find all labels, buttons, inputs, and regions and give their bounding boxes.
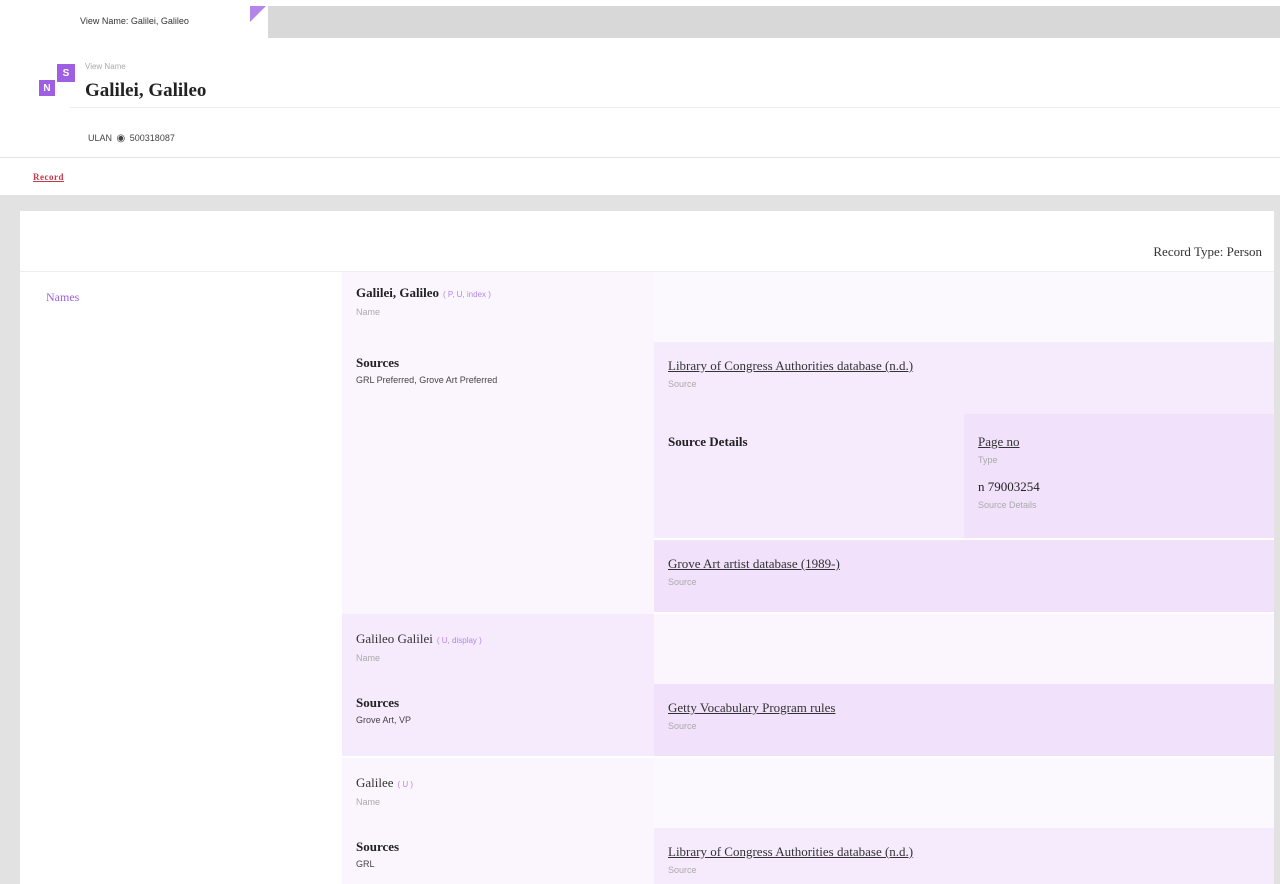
name-2-sources-heading: Sources	[356, 695, 400, 710]
name-3-text: Galilee	[356, 775, 394, 790]
page-title: Galilei, Galileo	[85, 80, 207, 101]
name-2-cell: Galileo Galilei ( U, display ) Name Sour…	[342, 614, 654, 756]
source-details-values-cell: Page no Type n 79003254 Source Details	[964, 414, 1274, 538]
name-1-cell: Galilei, Galileo ( P, U, index ) Name So…	[342, 272, 654, 614]
source-loc-1-link[interactable]: Library of Congress Authorities database…	[668, 358, 913, 374]
name-1-sources-heading: Sources	[356, 355, 400, 370]
source-getty-cell: Getty Vocabulary Program rules Source	[654, 684, 964, 756]
name-3-col3-empty	[654, 758, 964, 828]
name-1-col4-empty	[964, 272, 1274, 342]
record-panel: Record Type: Person Names Galilei, Galil…	[20, 211, 1274, 884]
name-2-col4-empty	[964, 614, 1274, 684]
name-3-sources-text: GRL	[356, 859, 375, 869]
type-caption: Type	[978, 455, 998, 465]
globe-icon: ◉	[116, 133, 126, 144]
name-1-caption: Name	[356, 307, 381, 317]
source-grove-link[interactable]: Grove Art artist database (1989-)	[668, 556, 840, 572]
tab-strip: View Name: Galilei, Galileo	[0, 0, 1280, 40]
record-link[interactable]: Record	[33, 172, 64, 182]
name-3-cell: Galilee ( U ) Name Sources GRL	[342, 758, 654, 884]
section-label-names[interactable]: Names	[46, 290, 79, 305]
name-1-col3-empty	[654, 272, 964, 342]
record-type: Record Type: Person	[1153, 244, 1262, 259]
type-link[interactable]: Page no	[978, 434, 1040, 450]
view-name-caption: View Name	[85, 62, 126, 71]
nav-divider	[0, 157, 1280, 158]
name-2-text: Galileo Galilei	[356, 631, 433, 646]
name-2-sources-text: Grove Art, VP	[356, 715, 412, 725]
name-1-content: Galilei, Galileo ( P, U, index ) Name So…	[356, 284, 497, 385]
source-grove-cell: Grove Art artist database (1989-) Source	[654, 540, 964, 612]
source-grove-col4	[964, 540, 1274, 612]
ulan-id: 500318087	[129, 133, 175, 143]
logo-square-s: S	[57, 64, 75, 82]
source-loc-1-caption: Source	[668, 379, 697, 389]
source-loc-2-col4	[964, 828, 1274, 884]
source-details-value: n 79003254	[978, 479, 1040, 494]
name-1-text: Galilei, Galileo	[356, 285, 440, 300]
source-grove-caption: Source	[668, 577, 697, 587]
logo-square-n: N	[37, 78, 57, 98]
name-3-caption: Name	[356, 797, 381, 807]
name-2-meta: ( U, display )	[436, 636, 482, 645]
name-3-meta: ( U )	[397, 780, 414, 789]
name-1-sources-text: GRL Preferred, Grove Art Preferred	[356, 375, 498, 385]
tab-label: View Name: Galilei, Galileo	[80, 16, 189, 26]
tab-corner-marker	[250, 6, 266, 22]
source-details-caption: Source Details	[978, 500, 1037, 510]
source-getty-col4	[964, 684, 1274, 756]
source-details-cell: Source Details	[654, 414, 964, 538]
source-loc-1-cell: Library of Congress Authorities database…	[654, 342, 964, 414]
tab-strip-background	[268, 6, 1280, 38]
ulan-identifier: ULAN ◉ 500318087	[88, 133, 175, 144]
source-loc-2-link[interactable]: Library of Congress Authorities database…	[668, 844, 913, 860]
name-3-col4-empty	[964, 758, 1274, 828]
name-2-caption: Name	[356, 653, 381, 663]
source-loc-2-caption: Source	[668, 865, 697, 875]
tab-view-name[interactable]: View Name: Galilei, Galileo	[56, 6, 256, 40]
header-divider	[70, 107, 1280, 108]
ulan-prefix: ULAN	[88, 133, 113, 143]
app-logo: S N	[37, 62, 75, 100]
source-details-heading: Source Details	[668, 434, 748, 449]
source-getty-link[interactable]: Getty Vocabulary Program rules	[668, 700, 835, 716]
source-getty-caption: Source	[668, 721, 697, 731]
name-1-meta: ( P, U, index )	[443, 290, 491, 299]
name-2-col3-empty	[654, 614, 964, 684]
source-loc-2-cell: Library of Congress Authorities database…	[654, 828, 964, 884]
name-3-sources-heading: Sources	[356, 839, 400, 854]
source-loc-1-col4	[964, 342, 1274, 414]
